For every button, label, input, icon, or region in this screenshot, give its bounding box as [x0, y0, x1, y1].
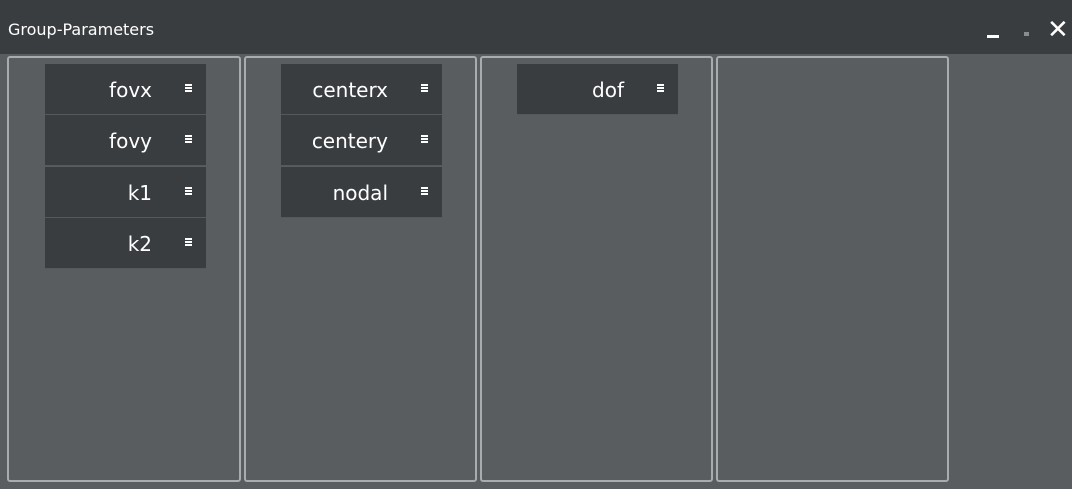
param-label: k2	[127, 232, 152, 256]
param-label: nodal	[332, 181, 388, 205]
close-button[interactable]: ✕	[1047, 17, 1069, 43]
param-item-dof[interactable]: dof	[517, 64, 678, 115]
param-label: dof	[592, 78, 624, 102]
minimize-button[interactable]	[987, 26, 999, 40]
menu-icon[interactable]	[185, 135, 192, 143]
menu-icon[interactable]	[421, 187, 428, 195]
parameter-panel-3: dof	[480, 56, 713, 482]
menu-icon[interactable]	[421, 135, 428, 143]
param-item-nodal[interactable]: nodal	[281, 167, 442, 218]
param-item-k2[interactable]: k2	[45, 218, 206, 269]
menu-icon[interactable]	[185, 84, 192, 92]
param-label: fovx	[109, 78, 152, 102]
param-label: fovy	[109, 129, 152, 153]
parameter-panel-1: fovx fovy k1 k2	[7, 56, 241, 482]
close-icon: ✕	[1047, 15, 1069, 45]
maximize-button[interactable]	[1023, 26, 1031, 40]
param-label: centerx	[312, 78, 388, 102]
menu-icon[interactable]	[185, 187, 192, 195]
param-label: centery	[311, 129, 388, 153]
menu-icon[interactable]	[185, 238, 192, 246]
group-parameters-window: Group-Parameters ✕ fovx fovy k1 k2 cente…	[0, 0, 1072, 489]
parameter-panel-2: centerx centery nodal	[244, 56, 477, 482]
window-title: Group-Parameters	[8, 20, 155, 39]
param-label: k1	[127, 181, 152, 205]
param-item-fovx[interactable]: fovx	[45, 64, 206, 115]
menu-icon[interactable]	[657, 84, 664, 92]
param-item-k1[interactable]: k1	[45, 167, 206, 218]
parameter-panel-4	[716, 56, 949, 482]
menu-icon[interactable]	[421, 84, 428, 92]
param-item-fovy[interactable]: fovy	[45, 115, 206, 166]
title-bar[interactable]: Group-Parameters ✕	[0, 0, 1072, 54]
param-item-centerx[interactable]: centerx	[281, 64, 442, 115]
param-item-centery[interactable]: centery	[281, 115, 442, 166]
